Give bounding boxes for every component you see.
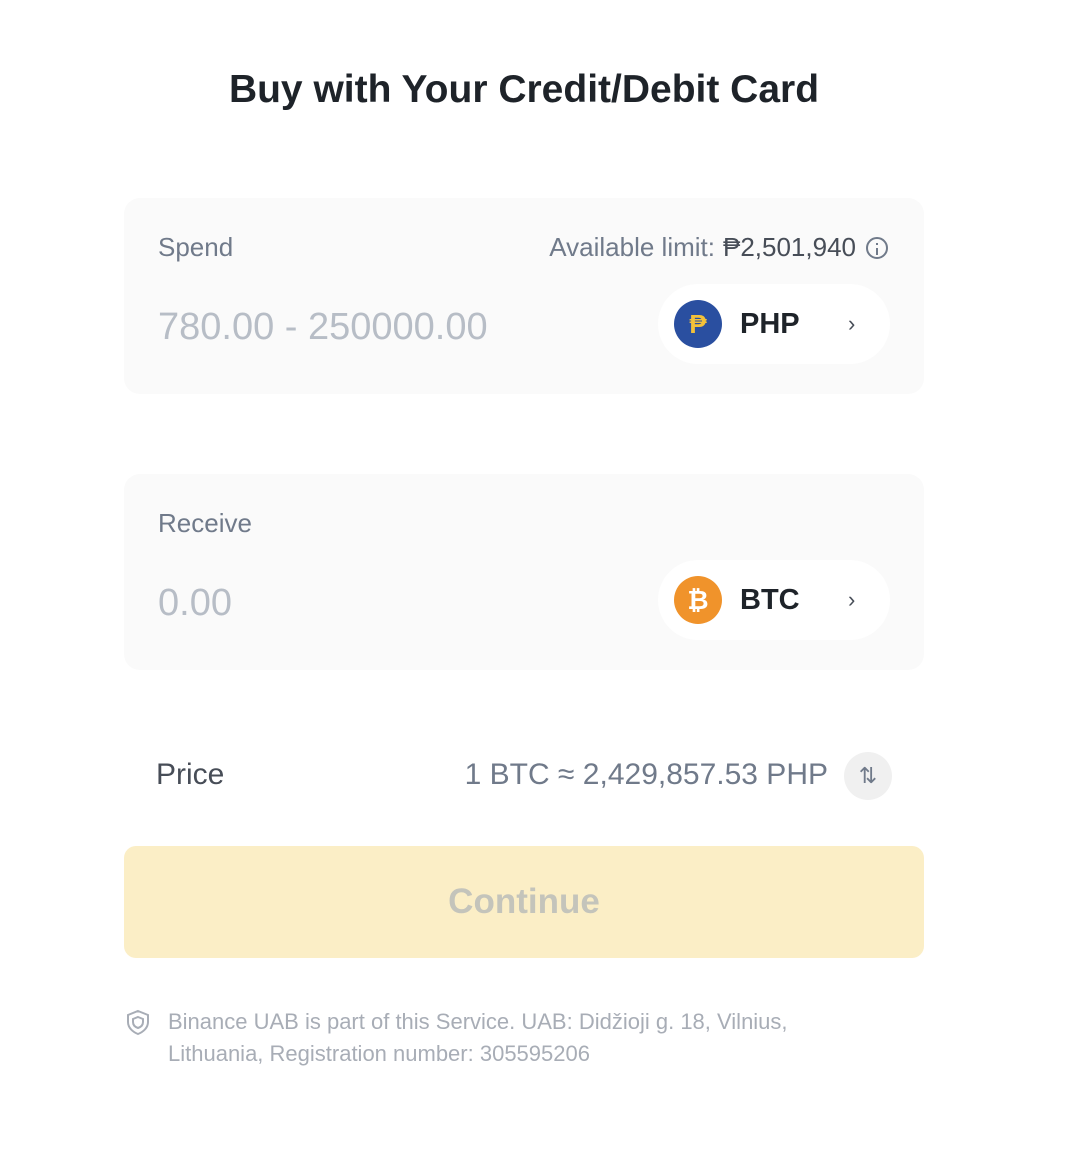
spend-card: Spend Available limit: ₱2,501,940 ₱ PHP … (124, 198, 924, 394)
available-limit: Available limit: ₱2,501,940 (549, 232, 888, 263)
receive-amount-input[interactable] (158, 578, 578, 628)
receive-card: Receive ₿ BTC › (124, 474, 924, 670)
spend-amount-input[interactable] (158, 302, 578, 352)
info-icon[interactable] (866, 236, 888, 259)
price-value: 1 BTC ≈ 2,429,857.53 PHP (464, 758, 828, 791)
spend-currency-code: PHP (740, 307, 800, 340)
footer-disclaimer: Binance UAB is part of this Service. UAB… (124, 1006, 884, 1070)
spend-label: Spend (158, 232, 234, 262)
footer-text: Binance UAB is part of this Service. UAB… (168, 1009, 788, 1066)
peso-coin-icon: ₱ (674, 300, 722, 348)
page-title: Buy with Your Credit/Debit Card (228, 68, 820, 111)
chevron-right-icon: › (848, 311, 856, 336)
available-limit-label: Available limit: (549, 232, 715, 262)
available-limit-value: ₱2,501,940 (722, 232, 856, 262)
receive-currency-selector[interactable]: ₿ BTC › (658, 560, 890, 640)
chevron-right-icon: › (848, 587, 856, 612)
spend-currency-selector[interactable]: ₱ PHP › (658, 284, 890, 364)
price-row: Price 1 BTC ≈ 2,429,857.53 PHP ⇅ (124, 748, 924, 804)
receive-label: Receive (158, 508, 252, 538)
receive-currency-code: BTC (740, 583, 800, 616)
shield-icon (127, 1009, 149, 1036)
swap-icon[interactable]: ⇅ (844, 752, 892, 800)
price-label: Price (156, 758, 225, 791)
buy-crypto-page: Buy with Your Credit/Debit Card Spend Av… (0, 0, 1066, 1150)
bitcoin-coin-icon: ₿ (674, 576, 722, 624)
continue-button[interactable]: Continue (124, 846, 924, 958)
